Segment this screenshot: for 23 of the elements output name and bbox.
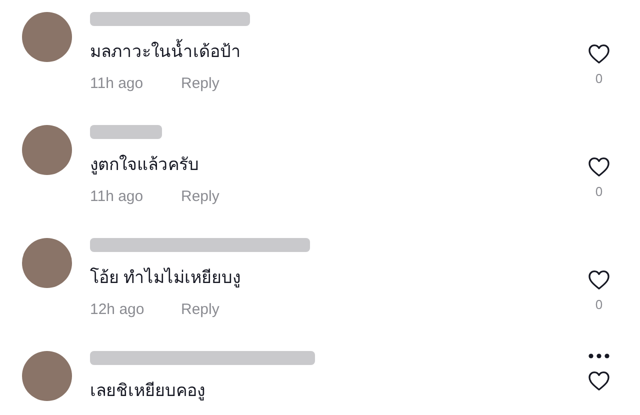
avatar[interactable] (22, 125, 72, 175)
heart-icon[interactable] (588, 44, 610, 64)
comment-text: มลภาวะในน้ำเด้อป้า (90, 40, 587, 64)
heart-icon[interactable] (588, 270, 610, 290)
reply-link[interactable]: Reply (181, 73, 220, 96)
comment-text: งูตกใจแล้วครับ (90, 154, 200, 176)
comment-time: 11h ago (90, 187, 144, 207)
avatar[interactable] (22, 351, 72, 401)
reply-link[interactable]: Reply (181, 299, 220, 322)
blurred-username (90, 125, 162, 139)
heart-icon[interactable] (588, 371, 610, 391)
like-count: 0 (595, 183, 603, 201)
avatar[interactable] (22, 12, 72, 62)
heart-icon[interactable] (588, 157, 610, 177)
comment-text: เลยชิเหยียบคองู (90, 380, 206, 402)
more-options-icon[interactable] (588, 353, 610, 359)
comment-text: โอ้ย ทำไมไม่เหยียบงู (90, 266, 242, 290)
like-count: 0 (595, 70, 603, 88)
like-count: 0 (595, 296, 603, 314)
comment-time: 11h ago (90, 74, 144, 94)
comment-time: 12h ago (90, 300, 146, 320)
avatar[interactable] (22, 238, 72, 288)
reply-link[interactable]: Reply (181, 186, 220, 208)
